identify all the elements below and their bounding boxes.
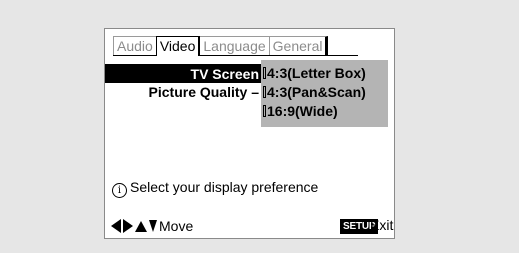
setting-picture-quality[interactable]: Picture Quality –	[149, 83, 259, 101]
option-label: 4:3(Letter Box)	[267, 65, 366, 81]
setup-menu-panel: Audio Video Language General TV Screen P…	[104, 28, 395, 239]
option-label: 16:9(Wide)	[267, 103, 338, 119]
option-marker-icon	[263, 67, 266, 79]
help-text: i Select your display preference	[112, 179, 318, 198]
move-label: Move	[159, 218, 194, 234]
option-marker-icon	[263, 86, 266, 98]
help-text-label: Select your display preference	[130, 179, 319, 195]
setting-tv-screen[interactable]: TV Screen	[191, 65, 259, 83]
exit-label: Exit	[370, 217, 394, 233]
tab-video[interactable]: Video	[155, 36, 201, 56]
option-letter-box[interactable]: 4:3(Letter Box)	[261, 64, 366, 82]
tab-divider	[113, 55, 358, 56]
tab-audio[interactable]: Audio	[113, 36, 157, 55]
option-wide[interactable]: 16:9(Wide)	[261, 102, 338, 120]
option-marker-icon	[263, 105, 266, 117]
footer-navigation: Move	[111, 217, 193, 235]
arrow-keys-icon	[111, 219, 157, 233]
tab-bar: Audio Video Language General	[113, 36, 329, 56]
tab-general[interactable]: General	[268, 36, 329, 55]
option-label: 4:3(Pan&Scan)	[267, 84, 366, 100]
tab-language[interactable]: Language	[199, 36, 270, 55]
direction-arrows-icon	[111, 219, 157, 233]
option-pan-scan[interactable]: 4:3(Pan&Scan)	[261, 83, 366, 101]
info-icon: i	[112, 183, 127, 198]
